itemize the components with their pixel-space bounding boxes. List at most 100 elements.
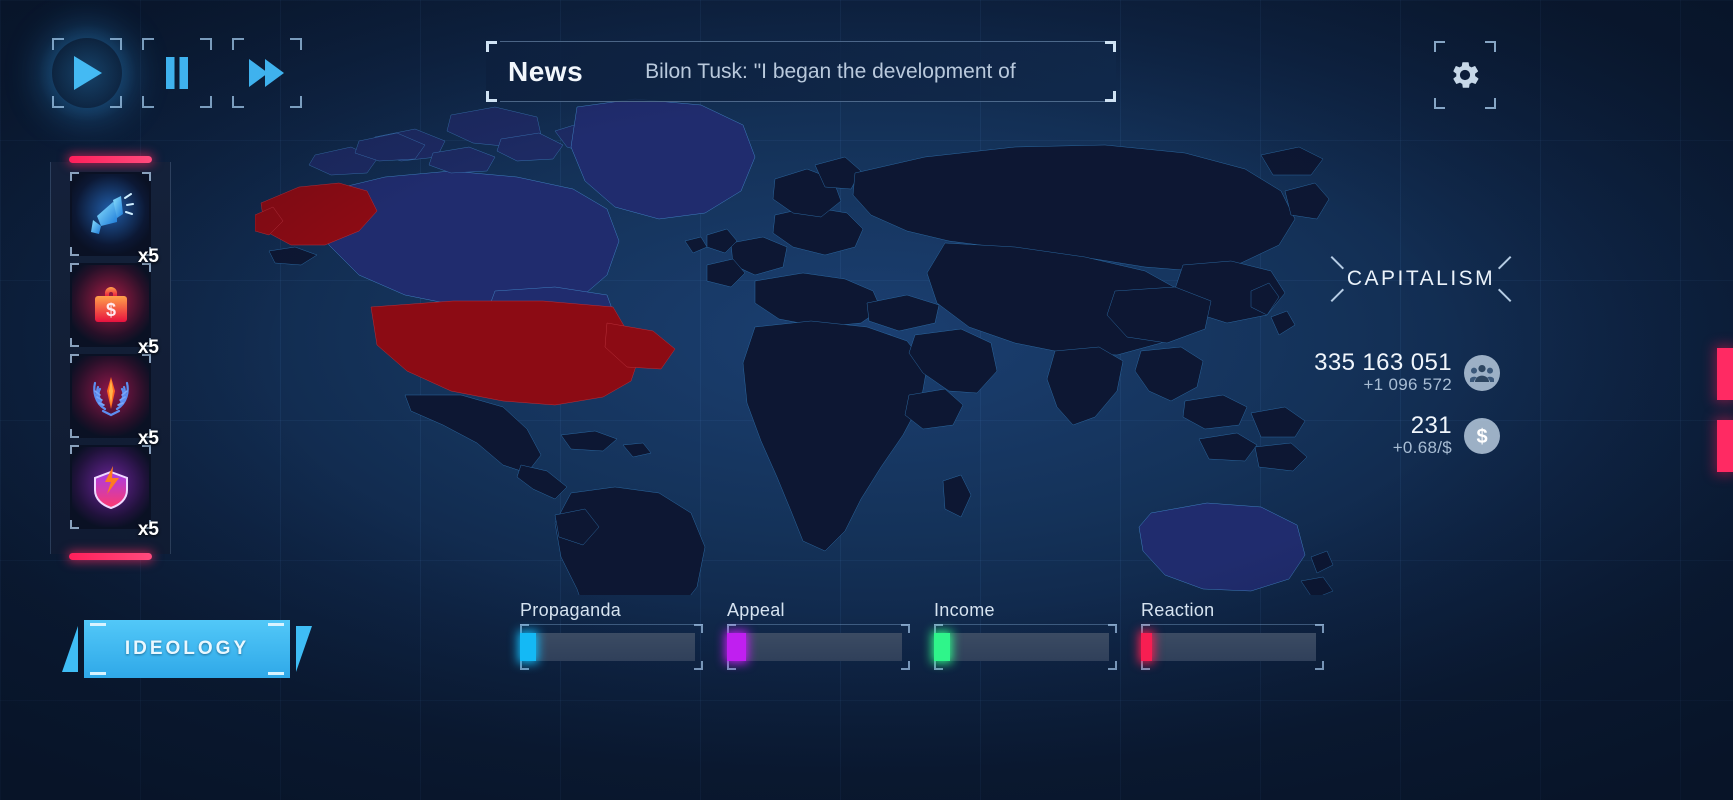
shield-bolt-icon bbox=[93, 466, 128, 510]
meter-label: Income bbox=[934, 600, 995, 620]
corner-mark bbox=[520, 624, 529, 633]
corner-mark bbox=[934, 624, 943, 633]
pause-button[interactable] bbox=[142, 38, 212, 108]
corner-mark bbox=[901, 624, 910, 633]
card-quantity: x5 bbox=[137, 246, 159, 267]
corner-mark bbox=[1105, 41, 1116, 52]
population-delta: +1 096 572 bbox=[1363, 375, 1452, 395]
corner-mark bbox=[694, 661, 703, 670]
laurel-wreath-icon bbox=[92, 377, 129, 417]
population-stat[interactable]: 335 163 051 +1 096 572 bbox=[1300, 350, 1500, 395]
news-bottom-edge bbox=[500, 101, 1114, 102]
defense-card[interactable]: x5 bbox=[70, 445, 159, 540]
edge-tab-1[interactable] bbox=[1717, 348, 1733, 400]
corner-mark bbox=[1108, 624, 1117, 633]
meter-track bbox=[1141, 624, 1324, 670]
card-quantity: x5 bbox=[137, 337, 159, 358]
money-stat[interactable]: 231 +0.68/$ $ bbox=[1300, 413, 1500, 458]
corner-mark bbox=[1105, 91, 1116, 102]
stat-meters: Propaganda Appeal Income Reaction bbox=[520, 600, 1324, 670]
meter-label: Reaction bbox=[1141, 600, 1215, 620]
meter-income[interactable]: Income bbox=[934, 600, 1117, 670]
meter-reaction[interactable]: Reaction bbox=[1141, 600, 1324, 670]
corner-mark bbox=[1108, 661, 1117, 670]
corner-mark bbox=[1315, 624, 1324, 633]
money-icon-orb: $ bbox=[1464, 417, 1500, 454]
news-label: News bbox=[508, 55, 584, 87]
corner-mark bbox=[486, 91, 497, 102]
meter-fill bbox=[520, 633, 536, 661]
fast-forward-button[interactable] bbox=[232, 38, 302, 108]
corner-mark bbox=[727, 624, 736, 633]
fast-forward-icon bbox=[249, 59, 284, 87]
svg-text:$: $ bbox=[1476, 426, 1487, 448]
bracket-frame bbox=[1434, 41, 1496, 109]
tick-mark bbox=[90, 672, 106, 675]
corner-mark bbox=[934, 661, 943, 670]
population-values: 335 163 051 +1 096 572 bbox=[1314, 350, 1452, 395]
meter-label: Appeal bbox=[727, 600, 785, 620]
svg-text:$: $ bbox=[105, 300, 115, 320]
corner-mark bbox=[520, 661, 529, 670]
money-value: 231 bbox=[1410, 412, 1452, 440]
meter-topline bbox=[1141, 624, 1324, 625]
tick-mark bbox=[268, 623, 284, 626]
ideology-name-panel: CAPITALISM bbox=[1332, 256, 1510, 302]
corner-mark bbox=[1141, 661, 1150, 670]
money-delta: +0.68/$ bbox=[1392, 438, 1452, 458]
meter-track bbox=[727, 624, 910, 670]
corner-slash bbox=[1332, 286, 1348, 302]
ideology-left-wing bbox=[62, 626, 78, 672]
corner-slash bbox=[1494, 256, 1510, 272]
resource-stats: 335 163 051 +1 096 572 231 +0.68/$ $ bbox=[1300, 350, 1500, 476]
dollar-icon: $ bbox=[1476, 426, 1487, 448]
money-briefcase-icon: $ bbox=[94, 287, 127, 322]
people-icon bbox=[1470, 364, 1494, 382]
meter-fill bbox=[727, 633, 747, 661]
corner-mark bbox=[694, 624, 703, 633]
edge-tab-2[interactable] bbox=[1717, 420, 1733, 472]
corner-mark bbox=[901, 661, 910, 670]
propaganda-card[interactable]: x5 bbox=[70, 172, 159, 267]
ideology-button[interactable]: IDEOLOGY bbox=[62, 620, 312, 678]
card-quantity: x5 bbox=[137, 428, 159, 449]
rail-top-accent bbox=[69, 156, 152, 163]
meter-topline bbox=[520, 624, 703, 625]
corner-mark bbox=[1141, 624, 1150, 633]
news-headline: Bilon Tusk: "I began the development of bbox=[645, 59, 1016, 83]
meter-propaganda[interactable]: Propaganda bbox=[520, 600, 703, 670]
meter-label: Propaganda bbox=[520, 600, 622, 620]
rail-bottom-accent bbox=[69, 553, 152, 560]
ideology-button-face[interactable]: IDEOLOGY bbox=[84, 620, 290, 678]
meter-track bbox=[934, 624, 1117, 670]
play-icon bbox=[74, 56, 102, 90]
tick-mark bbox=[90, 623, 106, 626]
corner-slash bbox=[1332, 256, 1348, 272]
news-banner[interactable]: News Bilon Tusk: "I began the developmen… bbox=[486, 41, 1116, 102]
funding-card[interactable]: $ x5 bbox=[70, 263, 159, 358]
ideology-name-label: CAPITALISM bbox=[1346, 267, 1496, 290]
population-value: 335 163 051 bbox=[1314, 349, 1452, 376]
money-values: 231 +0.68/$ bbox=[1393, 413, 1452, 458]
tick-mark bbox=[268, 672, 284, 675]
meter-track bbox=[520, 624, 703, 670]
meter-fill bbox=[934, 633, 950, 661]
ideology-button-label: IDEOLOGY bbox=[124, 638, 250, 659]
game-screen: News Bilon Tusk: "I began the developmen… bbox=[0, 0, 1733, 800]
meter-appeal[interactable]: Appeal bbox=[727, 600, 910, 670]
ideology-right-wing bbox=[296, 626, 312, 672]
megaphone-icon bbox=[90, 193, 134, 234]
population-icon-orb bbox=[1464, 354, 1500, 391]
speed-controls bbox=[36, 22, 302, 124]
card-rail: x5 $ x5 x5 x5 bbox=[50, 156, 171, 560]
meter-topline bbox=[727, 624, 910, 625]
corner-slash bbox=[1494, 286, 1510, 302]
corner-mark bbox=[727, 661, 736, 670]
influence-card[interactable]: x5 bbox=[70, 354, 159, 449]
pause-icon bbox=[166, 57, 188, 89]
settings-button[interactable] bbox=[1434, 41, 1496, 109]
meter-fill bbox=[1141, 633, 1152, 661]
card-quantity: x5 bbox=[137, 519, 159, 540]
play-button[interactable] bbox=[36, 22, 138, 124]
corner-mark bbox=[1315, 661, 1324, 670]
